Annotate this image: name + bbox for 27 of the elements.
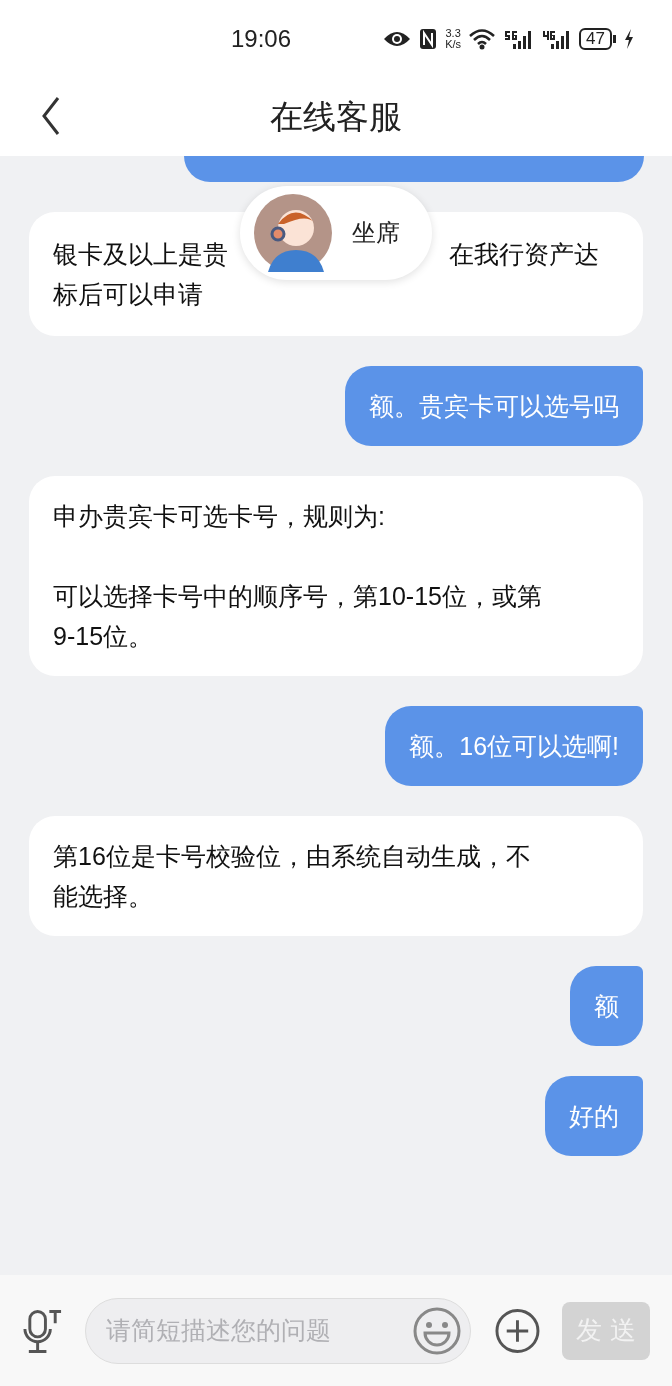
nfc-icon [419, 28, 438, 50]
message-bubble: 额。贵宾卡可以选号吗 [345, 366, 643, 446]
back-icon[interactable] [40, 96, 62, 136]
add-icon[interactable] [495, 1307, 540, 1354]
message-text: 在我行资产达 [449, 239, 599, 270]
message-text: 标后可以申请 [53, 279, 203, 310]
message-input[interactable]: 请简短描述您的问题 [106, 1311, 412, 1350]
message-bubble: 申办贵宾卡可选卡号，规则为: 可以选择卡号中的顺序号，第10-15位，或第9-15位。 [29, 476, 643, 676]
message-input-field[interactable]: 请简短描述您的问题 [85, 1297, 471, 1364]
signal-icon [503, 28, 534, 50]
network-speed: 3.3 [445, 28, 461, 39]
battery-indicator: 47 [579, 28, 616, 50]
message-bubble: 额。16位可以选啊! [385, 706, 643, 786]
message-bubble: 额 [570, 966, 643, 1046]
wifi-icon [469, 28, 496, 50]
avatar-icon [254, 194, 332, 272]
agent-label: 坐席 [352, 218, 400, 248]
message-bubble: 第16位是卡号校验位，由系统自动生成，不能选择。 [29, 816, 643, 936]
network-speed-unit: K/s [445, 39, 462, 50]
message-bubble: 好的 [545, 1076, 643, 1156]
charging-icon [624, 29, 634, 49]
eye-icon [383, 29, 412, 49]
emoji-icon[interactable] [412, 1305, 462, 1356]
page-title: 在线客服 [270, 97, 402, 138]
signal-icon [541, 28, 572, 50]
message-text: 银卡及以上是贵 [53, 239, 228, 270]
status-time: 19:06 [231, 24, 292, 54]
